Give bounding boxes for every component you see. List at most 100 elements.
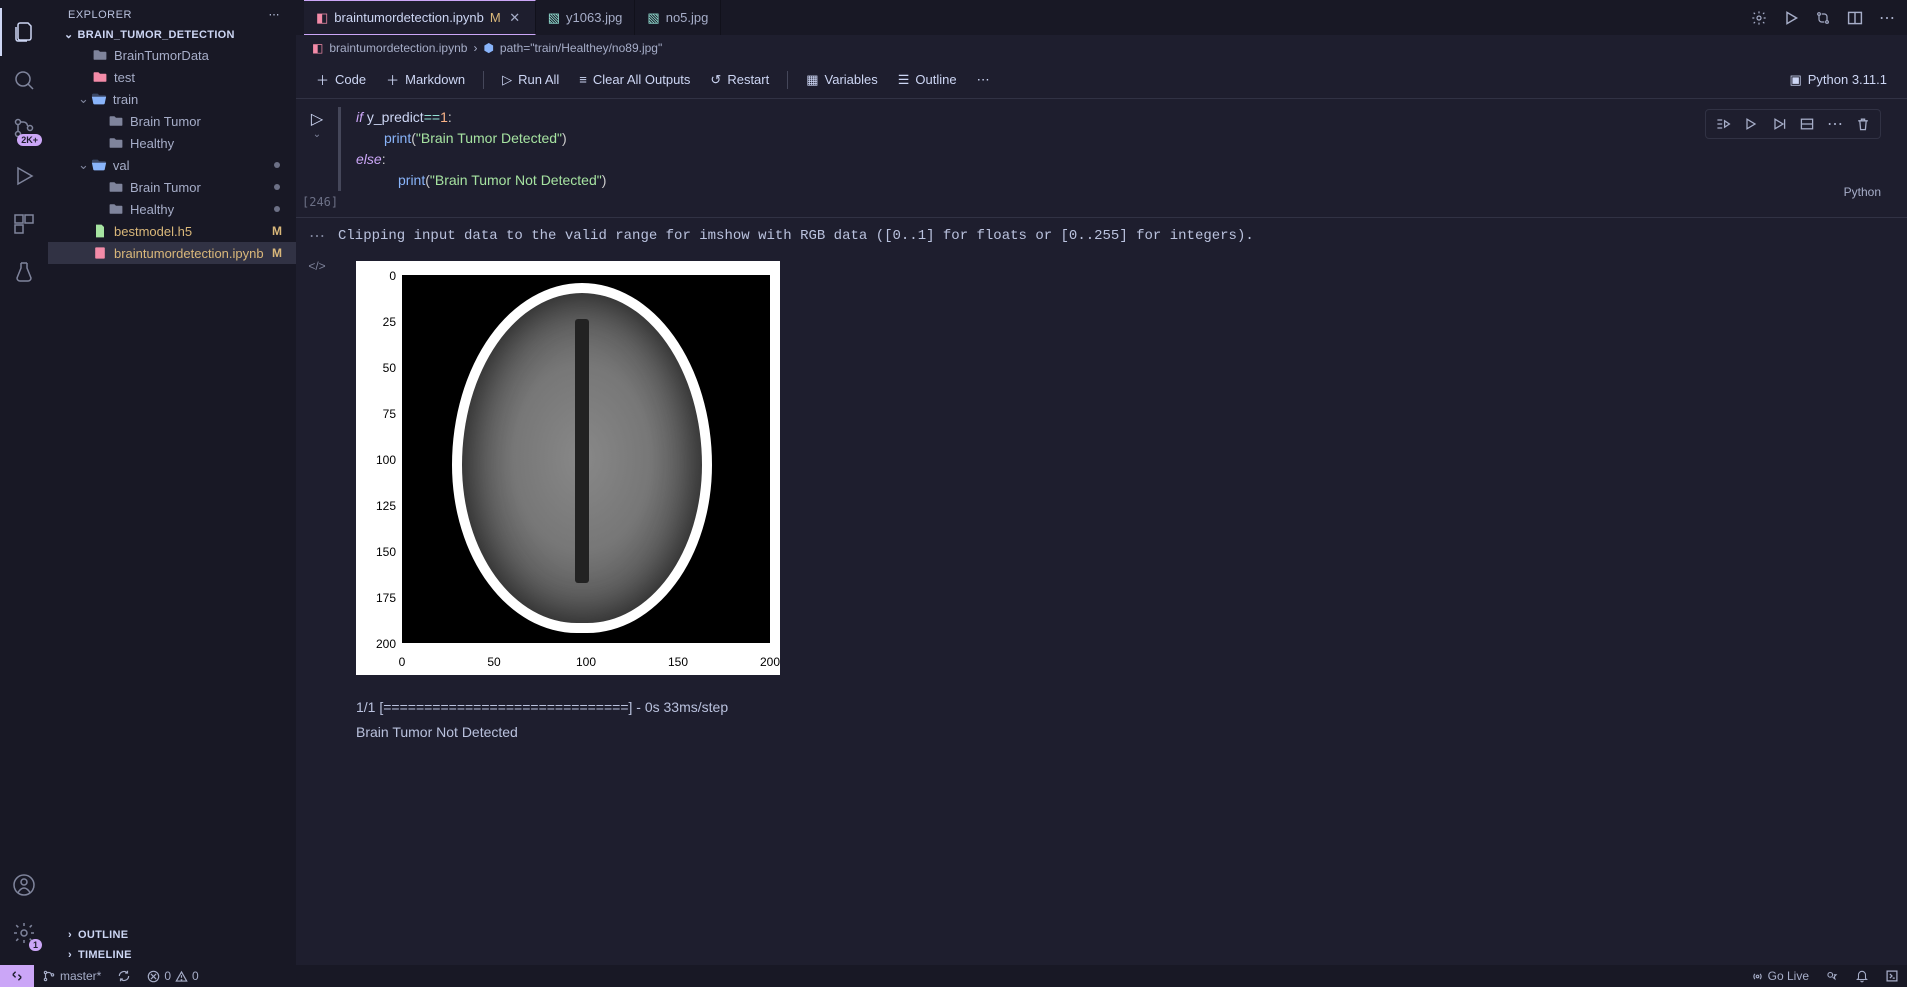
settings-badge: 1 [29, 939, 42, 951]
run-icon[interactable] [1783, 10, 1799, 26]
dirty-dot [274, 184, 280, 190]
breadcrumb[interactable]: ◧ braintumordetection.ipynb › ⬢ path="tr… [296, 35, 1907, 61]
clear-outputs-button[interactable]: ≡Clear All Outputs [571, 69, 698, 90]
output-warning: Clipping input data to the valid range f… [338, 224, 1887, 257]
add-md-label: Markdown [405, 72, 465, 87]
go-live-label: Go Live [1768, 969, 1809, 983]
error-count: 0 [164, 969, 171, 983]
restart-button[interactable]: ↺Restart [702, 69, 777, 91]
run-cell-button[interactable]: ▷ [311, 109, 323, 129]
timeline-section[interactable]: › TIMELINE [48, 945, 296, 965]
folder-item[interactable]: test [48, 66, 296, 88]
notebook-body[interactable]: ▷ ⌄ ⋯ if y_predict==1: print("Brain Tumo… [296, 99, 1907, 965]
plus-icon: ＋ [386, 70, 399, 89]
explorer-sidebar: EXPLORER ⋯ ⌄ BRAIN_TUMOR_DETECTION Brain… [48, 0, 296, 965]
testing-icon[interactable] [0, 248, 48, 296]
more-icon[interactable]: ⋯ [269, 8, 281, 21]
folder-item[interactable]: Brain Tumor [48, 176, 296, 198]
run-dropdown-icon[interactable]: ⌄ [313, 129, 321, 140]
cell-marker [338, 107, 341, 191]
add-markdown-button[interactable]: ＋ Markdown [378, 67, 473, 92]
restart-label: Restart [727, 72, 769, 87]
folder-icon [108, 135, 124, 151]
remote-indicator[interactable] [0, 965, 34, 987]
accounts-icon[interactable] [0, 861, 48, 909]
files-icon[interactable] [0, 8, 48, 56]
image-file-icon: ▧ [647, 10, 659, 26]
outline-section[interactable]: › OUTLINE [48, 925, 296, 945]
output-plot-row: </> 0255075100125150175200050100150200 1… [296, 257, 1907, 753]
git-compare-icon[interactable] [1815, 10, 1831, 26]
more-actions-icon[interactable]: ⋯ [1879, 8, 1895, 28]
tab-actions: ⋯ [1751, 0, 1907, 35]
problems-indicator[interactable]: 0 0 [139, 969, 206, 983]
tree-label: val [113, 158, 130, 173]
add-code-button[interactable]: ＋Code [308, 67, 374, 92]
outline-label: Outline [915, 72, 956, 87]
delete-cell-icon[interactable] [1852, 113, 1874, 135]
tree-label: bestmodel.h5 [114, 224, 192, 239]
execute-cell-icon[interactable] [1740, 113, 1762, 135]
kernel-label: Python 3.11.1 [1808, 72, 1887, 87]
feedback-icon[interactable] [1817, 969, 1847, 983]
plot-output: 0255075100125150175200050100150200 [356, 261, 780, 675]
tree-label: test [114, 70, 135, 85]
close-icon[interactable]: ✕ [507, 10, 523, 26]
layout-icon[interactable] [1847, 10, 1863, 26]
tab[interactable]: ▧ no5.jpg [635, 0, 721, 35]
run-by-line-icon[interactable] [1712, 113, 1734, 135]
split-cell-icon[interactable] [1796, 113, 1818, 135]
branch-indicator[interactable]: master* [34, 969, 109, 983]
code-line-3[interactable]: else: [356, 149, 1887, 170]
code-cell[interactable]: ▷ ⌄ ⋯ if y_predict==1: print("Brain Tumo… [296, 107, 1907, 191]
run-debug-icon[interactable] [0, 152, 48, 200]
kernel-selector[interactable]: ▣Python 3.11.1 [1781, 69, 1895, 91]
folder-item[interactable]: BrainTumorData [48, 44, 296, 66]
tree-label: Healthy [130, 136, 174, 151]
toolbar-more-button[interactable]: ⋯ [969, 69, 998, 91]
tab-label: no5.jpg [666, 10, 709, 25]
manage-kernels-icon[interactable] [1751, 10, 1767, 26]
search-icon[interactable] [0, 56, 48, 104]
code-line-4[interactable]: print("Brain Tumor Not Detected") [356, 170, 1887, 191]
code-line-2[interactable]: print("Brain Tumor Detected") [356, 128, 1887, 149]
more-cell-icon[interactable]: ⋯ [1824, 113, 1846, 135]
cell-language[interactable]: Python [1844, 185, 1881, 199]
prettier-icon[interactable] [1877, 969, 1907, 983]
x-tick: 200 [760, 653, 780, 671]
file-item[interactable]: bestmodel.h5M [48, 220, 296, 242]
folder-item[interactable]: Brain Tumor [48, 110, 296, 132]
x-tick: 0 [399, 653, 406, 671]
folder-item[interactable]: ⌄train [48, 88, 296, 110]
variables-button[interactable]: ▦Variables [798, 69, 886, 91]
chevron-right-icon: › [473, 41, 477, 55]
tab[interactable]: ▧y1063.jpg [536, 0, 636, 35]
vars-label: Variables [825, 72, 878, 87]
y-tick: 0 [356, 267, 396, 285]
settings-gear-icon[interactable]: 1 [0, 909, 48, 957]
execute-above-icon[interactable] [1768, 113, 1790, 135]
output-more-icon[interactable]: ⋯ [309, 226, 325, 246]
workspace-root[interactable]: ⌄ BRAIN_TUMOR_DETECTION [48, 25, 296, 44]
sync-button[interactable] [109, 969, 139, 983]
plot-image-area [402, 275, 770, 643]
folder-item[interactable]: Healthy [48, 132, 296, 154]
brain-mri-image [452, 283, 712, 633]
add-code-label: Code [335, 72, 366, 87]
dirty-dot [274, 206, 280, 212]
tab-bar: ◧braintumordetection.ipynbM✕▧y1063.jpg ▧ n… [296, 0, 1907, 35]
source-control-icon[interactable]: 2K+ [0, 104, 48, 152]
tab[interactable]: ◧braintumordetection.ipynbM✕ [304, 0, 536, 35]
bell-icon[interactable] [1847, 969, 1877, 983]
code-line-1[interactable]: if y_predict==1: [356, 107, 1887, 128]
tree-label: Healthy [130, 202, 174, 217]
extensions-icon[interactable] [0, 200, 48, 248]
file-icon [92, 245, 108, 261]
file-item[interactable]: braintumordetection.ipynbM [48, 242, 296, 264]
outline-button[interactable]: ☰Outline [890, 69, 965, 91]
folder-item[interactable]: ⌄val [48, 154, 296, 176]
folder-item[interactable]: Healthy [48, 198, 296, 220]
go-live-button[interactable]: Go Live [1743, 969, 1817, 983]
folder-icon [92, 69, 108, 85]
run-all-button[interactable]: ▷Run All [494, 69, 567, 91]
